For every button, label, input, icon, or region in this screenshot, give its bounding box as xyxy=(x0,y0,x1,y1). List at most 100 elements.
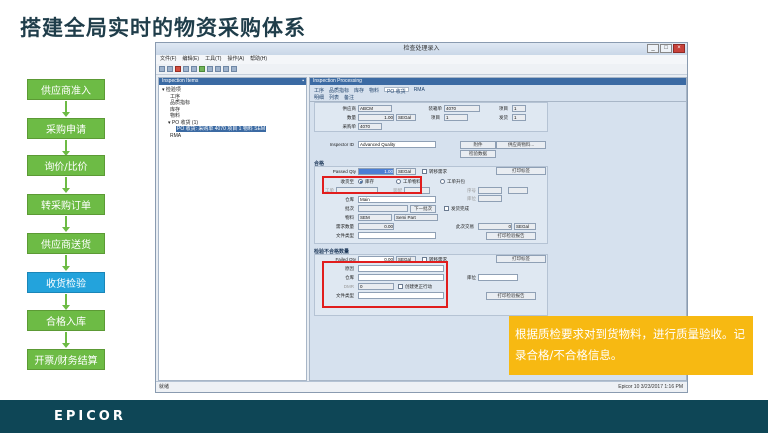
job-assembly-label: 工单升包 xyxy=(447,179,465,184)
our-uom-field[interactable]: SEGal xyxy=(514,223,536,230)
item-label: 项目 xyxy=(499,106,508,111)
req-qty-label: 需求数量 xyxy=(336,224,354,229)
seq-extra-field[interactable] xyxy=(508,187,528,194)
tab-inventory[interactable]: 库存 xyxy=(354,87,364,94)
step-quote-compare: 询价/比价 xyxy=(27,155,105,176)
delete-icon[interactable] xyxy=(175,66,181,72)
step-purchase-request: 采购申请 xyxy=(27,118,105,139)
minimize-icon[interactable]: _ xyxy=(647,44,659,53)
window-titlebar: 检查处理录入 _ □ × xyxy=(156,43,687,55)
slide-title: 搭建全局实时的物资采购体系 xyxy=(20,16,306,40)
warehouse-select[interactable]: Main xyxy=(358,196,436,203)
qty-uom-field[interactable]: SEGal xyxy=(396,114,416,121)
menu-file[interactable]: 文件(F) xyxy=(160,55,176,64)
line-field[interactable]: 1 xyxy=(444,114,468,121)
print-tag-button[interactable]: 打印标签 xyxy=(496,167,546,175)
tree-item[interactable]: RMA xyxy=(162,133,303,140)
arrow-down-icon xyxy=(62,216,70,232)
seq-field[interactable] xyxy=(478,187,502,194)
new-icon[interactable] xyxy=(159,66,165,72)
warehouse-label: 仓库 xyxy=(345,197,354,202)
menu-edit[interactable]: 编辑(E) xyxy=(182,55,199,64)
step-convert-po: 转采购订单 xyxy=(27,194,105,215)
supplier-part-button[interactable]: 供应商物料... xyxy=(496,141,546,149)
highlight-fail-area xyxy=(322,261,448,308)
epicor-logo: EPICOR xyxy=(54,409,126,424)
passed-uom-field[interactable]: SEGal xyxy=(396,168,416,175)
cut-icon[interactable] xyxy=(207,66,213,72)
print-fail-tag-button[interactable]: 打印标签 xyxy=(496,255,546,263)
req-qty-field[interactable]: 0.00 xyxy=(358,223,394,230)
window-title: 检查处理录入 xyxy=(403,46,440,52)
part-desc-field[interactable]: Semi Part xyxy=(394,214,438,221)
print-fail-report-button[interactable]: 打印检验报告 xyxy=(486,292,536,300)
callout-note: 根据质检要求对到货物料，进行质量验收。记录合格/不合格信息。 xyxy=(509,316,753,375)
our-qty-field[interactable]: 0 xyxy=(478,223,512,230)
pin-icon[interactable]: ▪ xyxy=(302,78,304,85)
transfer-checkbox[interactable] xyxy=(422,169,427,174)
close-icon[interactable]: × xyxy=(673,44,685,53)
line-label: 项目 xyxy=(431,115,440,120)
part-label: 物料 xyxy=(345,215,354,220)
packslip-field[interactable]: 4070 xyxy=(444,105,480,112)
highlight-receive-to xyxy=(322,176,422,194)
tab-quality-metrics[interactable]: 品质指标 xyxy=(329,87,349,94)
po-field[interactable]: 4070 xyxy=(358,123,382,130)
qty-field[interactable]: 1.00 xyxy=(358,114,394,121)
inspector-select[interactable]: Advanced Quality xyxy=(358,141,436,148)
tabs-top: 工序 品质指标 库存 物料 PO 收货 RMA xyxy=(310,85,686,95)
seq-label: 序号 xyxy=(467,188,476,193)
help-icon[interactable] xyxy=(231,66,237,72)
save-icon[interactable] xyxy=(167,66,173,72)
paste-icon[interactable] xyxy=(223,66,229,72)
refresh-icon[interactable] xyxy=(183,66,189,72)
doc-type-select[interactable] xyxy=(358,232,436,239)
tab-operation[interactable]: 工序 xyxy=(314,87,324,94)
item-field[interactable]: 1 xyxy=(512,105,526,112)
panel-header: Inspection Items ▪ xyxy=(159,78,306,85)
passed-qty-label: Passed Qty xyxy=(332,169,356,174)
attach-button[interactable]: 附件 xyxy=(460,141,496,149)
panel-header: Inspection Processing xyxy=(310,78,686,85)
lot-label: 批次 xyxy=(345,206,354,211)
ship-complete-label: 发货完成 xyxy=(451,206,469,211)
menu-help[interactable]: 帮助(H) xyxy=(250,55,267,64)
lot-field[interactable] xyxy=(358,205,408,212)
attach-icon[interactable] xyxy=(199,66,205,72)
part-field[interactable]: SEM xyxy=(358,214,392,221)
menu-actions[interactable]: 操作(A) xyxy=(227,55,244,64)
menu-tools[interactable]: 工具(T) xyxy=(205,55,221,64)
inspect-data-button[interactable]: 检验数据 xyxy=(460,150,496,158)
tab-po-receipt[interactable]: PO 收货 xyxy=(384,87,409,95)
qty-label: 数量 xyxy=(347,115,356,120)
step-supplier-delivery: 供应商送货 xyxy=(27,233,105,254)
supplier-field[interactable]: ABCM xyxy=(358,105,392,112)
bin-field[interactable] xyxy=(478,195,502,202)
tab-part[interactable]: 物料 xyxy=(369,87,379,94)
status-clock: Epicor 10 3/23/2017 1:16 PM xyxy=(618,384,683,390)
release-field[interactable]: 1 xyxy=(512,114,526,121)
arrow-down-icon xyxy=(62,255,70,271)
fail-bin-label: 库位 xyxy=(467,275,476,280)
transfer-label: 转移需求 xyxy=(429,169,447,174)
status-bar: 就绪 Epicor 10 3/23/2017 1:16 PM xyxy=(156,381,687,392)
packslip-label: 装箱单 xyxy=(428,106,443,111)
print-report-button[interactable]: 打印检验报告 xyxy=(486,232,536,240)
ship-complete-checkbox[interactable] xyxy=(444,206,449,211)
copy-icon[interactable] xyxy=(215,66,221,72)
maximize-icon[interactable]: □ xyxy=(660,44,672,53)
fail-bin-field[interactable] xyxy=(478,274,518,281)
status-text: 就绪 xyxy=(159,384,170,390)
arrow-down-icon xyxy=(62,101,70,117)
step-accepted-stock: 合格入库 xyxy=(27,310,105,331)
print-icon[interactable] xyxy=(191,66,197,72)
next-lot-button[interactable]: 下一批次 xyxy=(410,205,436,213)
job-assembly-radio[interactable] xyxy=(440,179,445,184)
passed-qty-field[interactable]: 1.00 xyxy=(358,168,394,175)
release-label: 发货 xyxy=(499,115,508,120)
arrow-down-icon xyxy=(62,294,70,310)
inspection-tree: ▾ 检验项 工序 品质指标 库存 物料 ▾ PO 收货 (1) PO 收货: 采… xyxy=(159,85,306,141)
step-supplier-admission: 供应商准入 xyxy=(27,79,105,100)
doc-type-label: 文件类型 xyxy=(336,233,354,238)
tab-rma[interactable]: RMA xyxy=(414,87,425,93)
